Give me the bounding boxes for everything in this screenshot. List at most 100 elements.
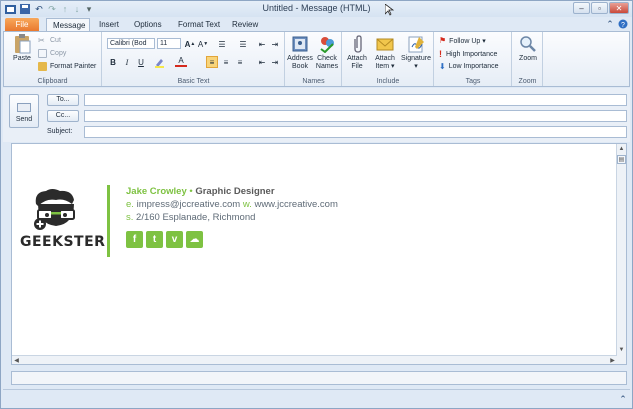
- attach-item-button[interactable]: Attach Item ▾: [371, 35, 399, 71]
- check-names-label-1: Check: [317, 55, 337, 62]
- format-painter-icon: [38, 62, 47, 71]
- align-center-icon[interactable]: ≡: [220, 56, 232, 68]
- zoom-group-label: Zoom: [518, 78, 537, 85]
- copy-button[interactable]: Copy: [38, 49, 66, 58]
- font-color-icon[interactable]: A: [175, 56, 187, 67]
- signature-web[interactable]: www.jccreative.com: [254, 199, 337, 210]
- clipboard-group: Paste ✂ Cut Copy Format Painter Clipboar…: [4, 32, 102, 86]
- subject-field[interactable]: [84, 126, 627, 138]
- message-header: Send To... Cc... Subject:: [3, 88, 630, 142]
- low-importance-button[interactable]: ⬇ Low Importance: [439, 62, 499, 71]
- signature-label-2: ▾: [414, 63, 418, 70]
- zoom-label: Zoom: [519, 55, 537, 62]
- magnifier-icon: [519, 35, 537, 53]
- indent-icon[interactable]: ⇥: [269, 56, 281, 68]
- clipboard-group-label: Clipboard: [37, 78, 68, 85]
- cc-field[interactable]: [84, 110, 627, 122]
- follow-up-button[interactable]: ⚑ Follow Up ▾: [439, 36, 486, 45]
- increase-indent-icon[interactable]: ⇥: [269, 38, 281, 50]
- vimeo-icon[interactable]: v: [166, 231, 183, 248]
- tab-options[interactable]: Options: [128, 18, 168, 31]
- font-size-combo[interactable]: 11: [157, 38, 181, 49]
- signature-email[interactable]: impress@jccreative.com: [137, 199, 241, 210]
- tab-format-text[interactable]: Format Text: [172, 18, 226, 31]
- subject-label: Subject:: [47, 128, 73, 135]
- attach-item-label-1: Attach: [375, 55, 395, 62]
- basic-text-group: Calibri (Bod 11 A ▲ A ▼ ☰ ☰ ⇤ ⇥ B I U A ≡ …: [103, 32, 285, 86]
- basic-text-group-label: Basic Text: [177, 78, 210, 85]
- scroll-right-icon[interactable]: ▶: [608, 356, 617, 365]
- decrease-indent-icon[interactable]: ⇤: [256, 38, 268, 50]
- paste-button[interactable]: Paste: [8, 34, 36, 63]
- format-painter-button[interactable]: Format Painter: [38, 62, 96, 71]
- ribbon-tabs: File Message Insert Options Format Text …: [1, 17, 632, 31]
- align-left-icon[interactable]: ≡: [206, 56, 218, 68]
- tab-file[interactable]: File: [5, 18, 39, 31]
- scroll-up-icon[interactable]: ▲: [617, 144, 626, 153]
- attach-file-label-1: Attach: [347, 55, 367, 62]
- attach-file-button[interactable]: Attach File: [344, 35, 370, 71]
- tab-message[interactable]: Message: [46, 18, 90, 31]
- outlook-message-window: ↶ ↷ ↑ ↓ ▾ Untitled - Message (HTML) – ▫ …: [0, 0, 633, 409]
- attach-item-label-2: Item ▾: [375, 63, 395, 70]
- vertical-scrollbar[interactable]: ▲ ▤ ▼: [616, 144, 626, 364]
- people-pane-collapsed[interactable]: [11, 371, 627, 385]
- send-label: Send: [15, 116, 33, 123]
- address-book-button[interactable]: Address Book: [287, 35, 313, 71]
- include-group: Attach File Attach Item ▾ Signature ▾ In…: [343, 32, 434, 86]
- facebook-icon[interactable]: f: [126, 231, 143, 248]
- italic-icon[interactable]: I: [121, 56, 133, 68]
- to-button[interactable]: To...: [47, 94, 79, 106]
- scroll-left-icon[interactable]: ◀: [12, 356, 21, 365]
- signature-name: Jake Crowley: [126, 186, 187, 197]
- signature-label-1: Signature: [401, 55, 431, 62]
- outdent-icon[interactable]: ⇤: [256, 56, 268, 68]
- message-body[interactable]: GEEKSTER Jake Crowley • Graphic Designer…: [11, 143, 627, 365]
- send-button[interactable]: Send: [9, 94, 39, 128]
- check-names-button[interactable]: Check Names: [314, 35, 340, 71]
- to-field[interactable]: [84, 94, 627, 106]
- zoom-button[interactable]: Zoom: [515, 35, 541, 63]
- highlight-icon[interactable]: [153, 56, 165, 68]
- numbering-icon[interactable]: ☰: [237, 38, 249, 50]
- close-button[interactable]: ✕: [609, 2, 629, 14]
- font-size-value: 11: [160, 40, 168, 47]
- mouse-cursor-icon: [385, 4, 394, 16]
- ribbon: Paste ✂ Cut Copy Format Painter Clipboar…: [3, 31, 630, 87]
- bullets-icon[interactable]: ☰: [216, 38, 228, 50]
- cloud-icon[interactable]: ☁: [186, 231, 203, 248]
- tab-review[interactable]: Review: [226, 18, 264, 31]
- svg-text:?: ?: [621, 22, 625, 29]
- scissors-icon: ✂: [38, 36, 45, 45]
- ruler-toggle-icon[interactable]: ▤: [617, 155, 626, 164]
- low-importance-icon: ⬇: [439, 62, 446, 71]
- maximize-button[interactable]: ▫: [591, 2, 608, 14]
- high-importance-button[interactable]: ! High Importance: [439, 49, 497, 59]
- signature-role: Graphic Designer: [195, 186, 275, 197]
- align-right-icon[interactable]: ≡: [234, 56, 246, 68]
- font-name-value: Calibri (Bod: [110, 40, 147, 47]
- cut-button[interactable]: ✂ Cut: [38, 36, 61, 45]
- horizontal-scrollbar[interactable]: ◀ ▶: [12, 355, 617, 364]
- names-group: Address Book Check Names Names: [286, 32, 342, 86]
- help-icon[interactable]: ?: [617, 18, 629, 30]
- address-book-label-1: Address: [287, 55, 313, 62]
- signature-button[interactable]: Signature ▾: [400, 35, 432, 71]
- tab-insert[interactable]: Insert: [93, 18, 125, 31]
- minimize-button[interactable]: –: [573, 2, 590, 14]
- cc-button[interactable]: Cc...: [47, 110, 79, 122]
- bold-icon[interactable]: B: [107, 56, 119, 68]
- shrink-font-icon[interactable]: A ▼: [197, 38, 209, 50]
- expand-people-pane-icon[interactable]: ⌃: [617, 393, 629, 405]
- address-book-icon: [291, 35, 309, 53]
- names-group-label: Names: [302, 78, 325, 85]
- signature-contact-line: e. impress@jccreative.com w. www.jccreat…: [126, 199, 338, 210]
- font-name-combo[interactable]: Calibri (Bod: [107, 38, 155, 49]
- underline-icon[interactable]: U: [135, 56, 147, 68]
- scroll-down-icon[interactable]: ▼: [617, 345, 626, 354]
- tags-group: ⚑ Follow Up ▾ ! High Importance ⬇ Low Im…: [435, 32, 512, 86]
- title-bar: ↶ ↷ ↑ ↓ ▾ Untitled - Message (HTML) – ▫ …: [1, 1, 632, 17]
- minimize-ribbon-icon[interactable]: ⌃: [604, 18, 616, 30]
- grow-font-icon[interactable]: A ▲: [184, 38, 196, 50]
- twitter-icon[interactable]: t: [146, 231, 163, 248]
